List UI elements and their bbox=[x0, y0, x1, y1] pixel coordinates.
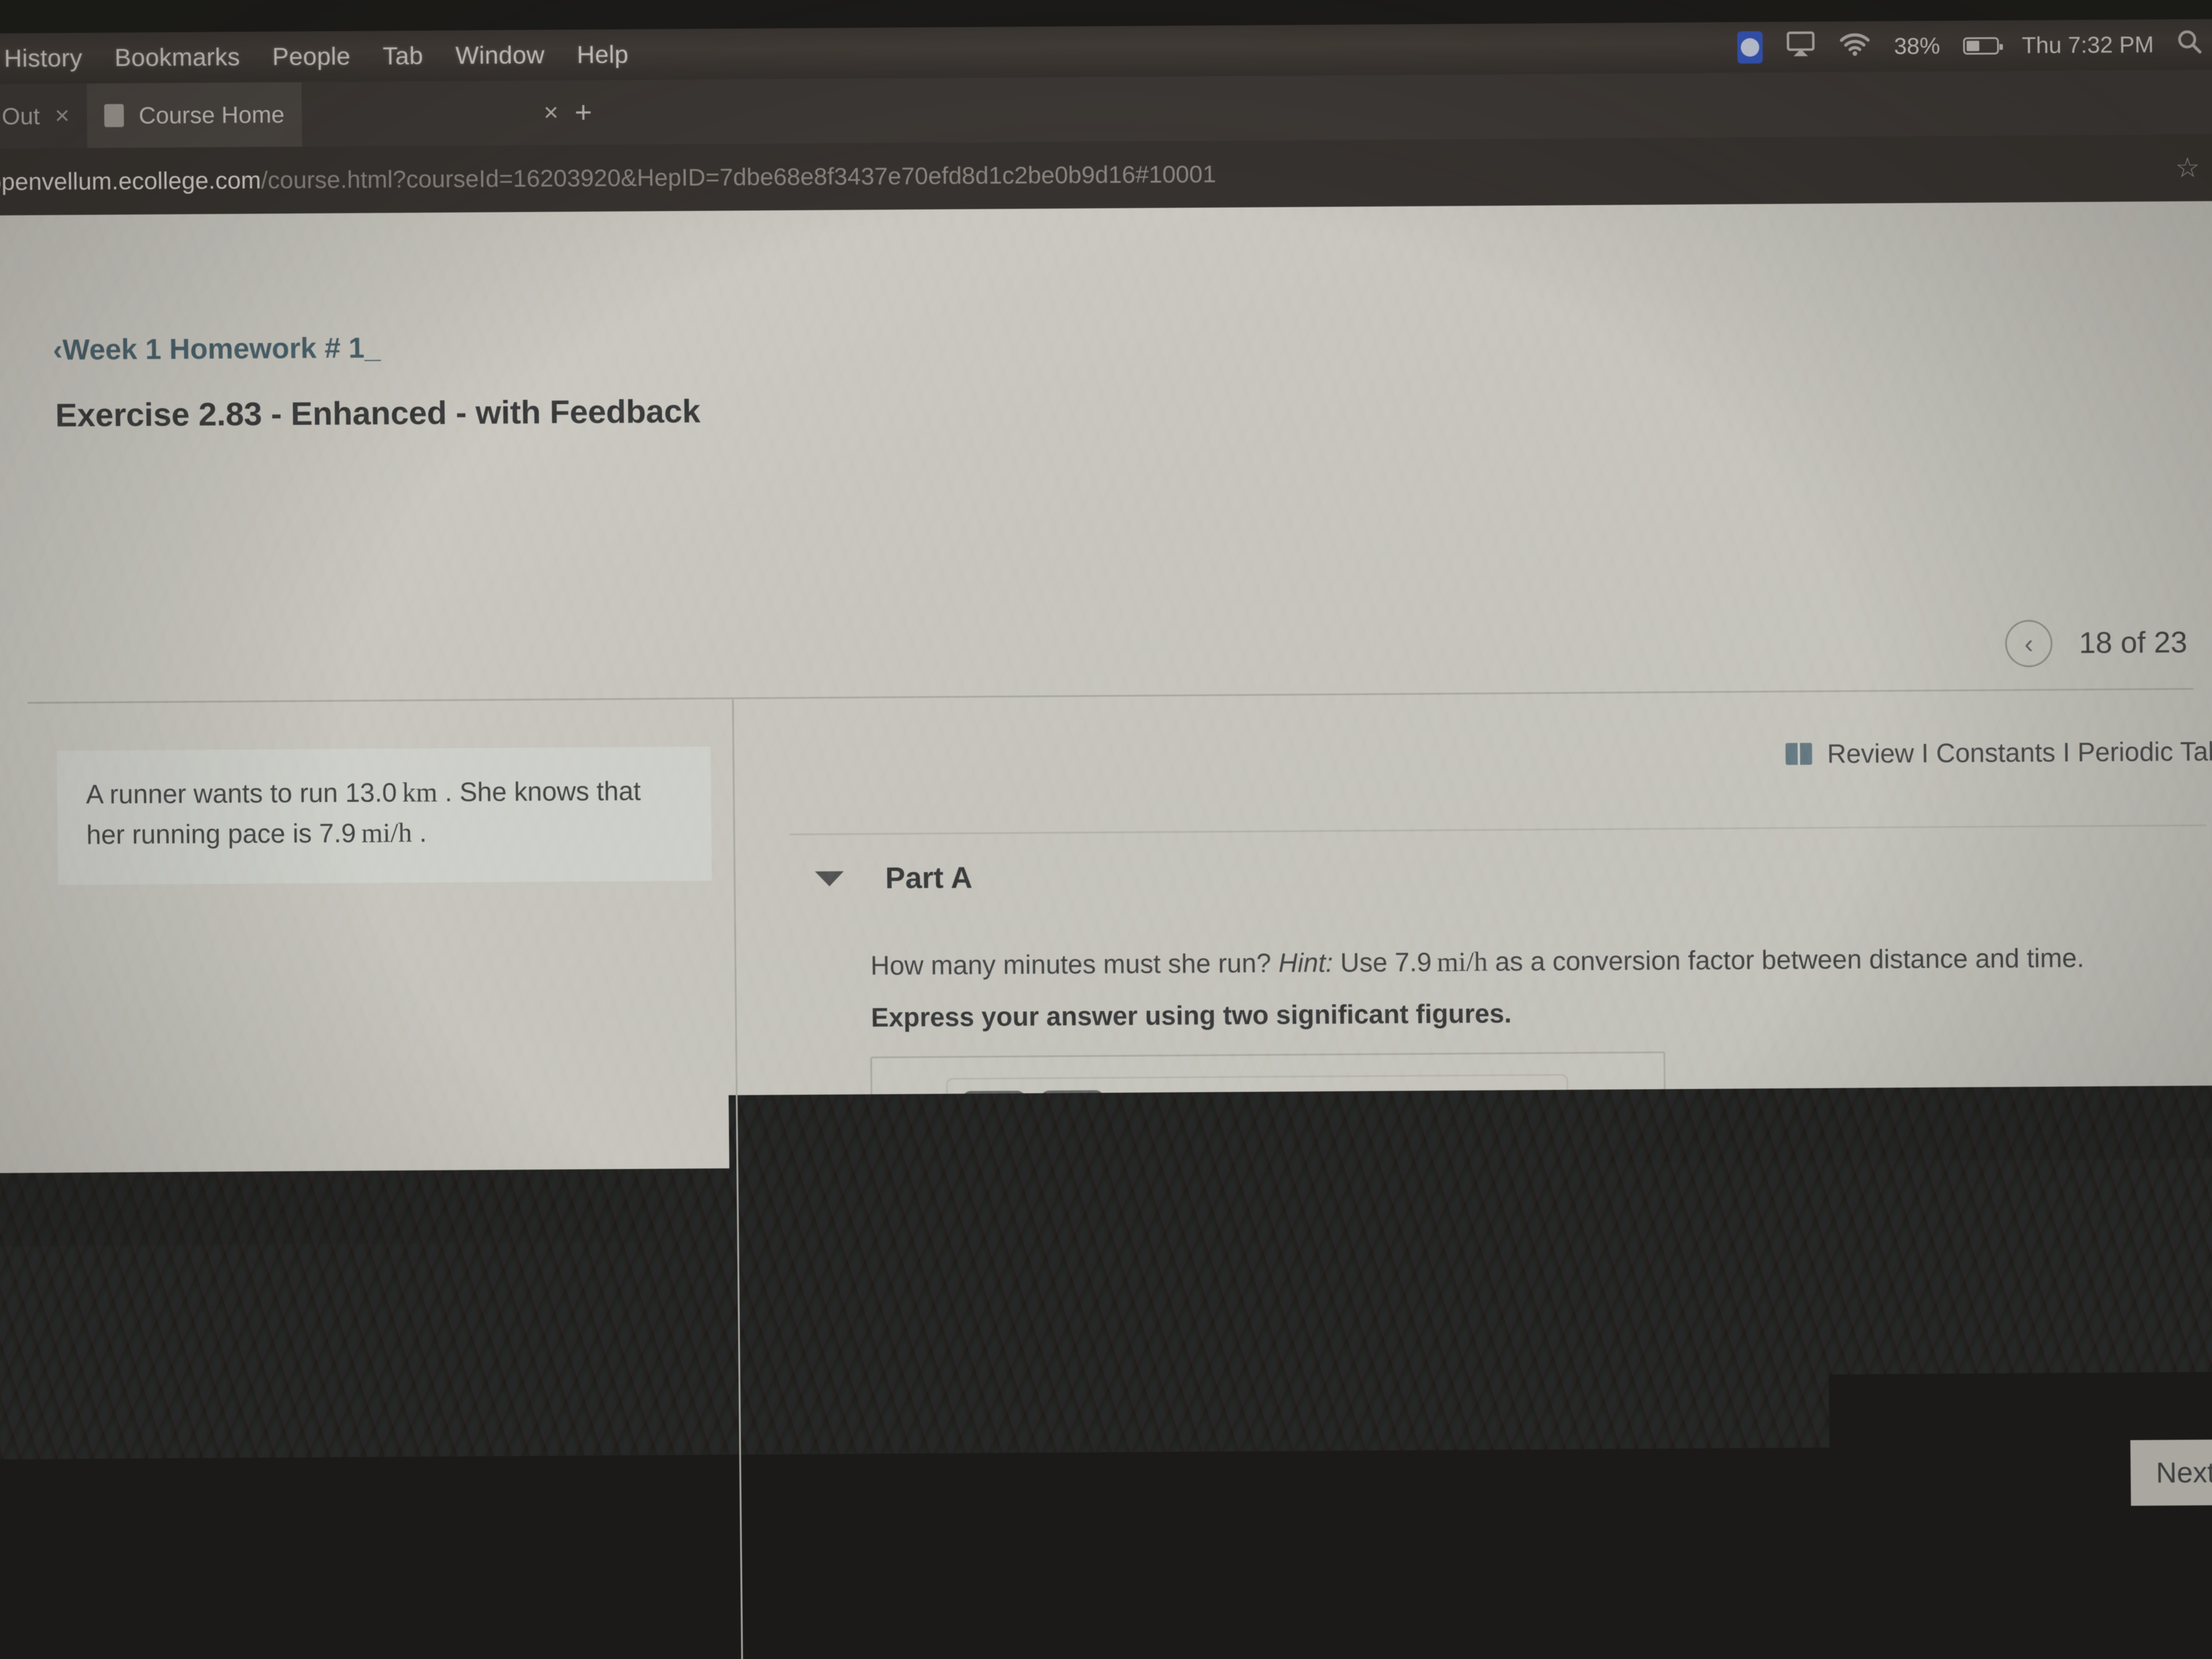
undo-arrow-icon[interactable] bbox=[1125, 1090, 1185, 1156]
part-a-divider bbox=[789, 824, 2206, 835]
greek-symbols-label: ΑΣφ bbox=[1042, 1105, 1103, 1142]
question-hint-label: Hint: bbox=[1278, 948, 1333, 978]
breadcrumb-label: Week 1 Homework # 1_ bbox=[62, 332, 381, 366]
answer-instruction: Express your answer using two significan… bbox=[871, 998, 1512, 1033]
menu-bar-items: History Bookmarks People Tab Window Help bbox=[0, 40, 628, 73]
breadcrumb[interactable]: ‹Week 1 Homework # 1_ bbox=[53, 331, 381, 367]
screen-photo: History Bookmarks People Tab Window Help bbox=[0, 0, 2212, 1659]
greek-symbols-button[interactable]: ΑΣφ bbox=[1040, 1090, 1105, 1157]
menu-bar-clock[interactable]: Thu 7:32 PM bbox=[2022, 32, 2154, 58]
problem-statement: A runner wants to run 13.0 km . She know… bbox=[57, 747, 712, 885]
favicon bbox=[104, 104, 124, 127]
wifi-icon[interactable] bbox=[1839, 32, 1871, 62]
browser-tab-label: Course Home bbox=[139, 101, 285, 129]
browser-tab-partial-label: - Out bbox=[0, 103, 40, 130]
menu-item-tab[interactable]: Tab bbox=[382, 42, 423, 70]
menu-bar-status-items: 38% Thu 7:32 PM bbox=[1737, 28, 2212, 63]
menu-item-window[interactable]: Window bbox=[455, 41, 544, 70]
answer-unit-label: min bbox=[1580, 1199, 1627, 1233]
spotlight-search-icon[interactable] bbox=[2177, 29, 2203, 60]
pager-prev-button[interactable]: ‹ bbox=[2005, 620, 2053, 668]
answer-input[interactable] bbox=[950, 1185, 1550, 1252]
part-a-label: Part A bbox=[885, 861, 972, 896]
problem-line1-post: . She knows that bbox=[437, 776, 641, 807]
answer-variable-label: t = bbox=[894, 1202, 932, 1238]
menu-item-help[interactable]: Help bbox=[577, 40, 628, 69]
new-tab-button[interactable]: + bbox=[558, 95, 608, 130]
submit-button[interactable]: Submit bbox=[872, 1306, 1022, 1370]
question-pager: ‹ 18 of 23 bbox=[2005, 619, 2188, 667]
battery-percent-label: 38% bbox=[1894, 33, 1940, 60]
bookmark-star-icon[interactable]: ☆ bbox=[2175, 151, 2212, 184]
answer-actions: Submit Request Answer bbox=[872, 1305, 1275, 1371]
problem-line1-pre: A runner wants to run 13.0 bbox=[86, 777, 402, 809]
math-toolbar: n ΑΣφ ? bbox=[946, 1074, 1569, 1170]
answer-row: t = min bbox=[894, 1184, 1627, 1252]
part-a-header[interactable]: Part A bbox=[815, 861, 972, 896]
question-mid: Use 7.9 bbox=[1333, 947, 1437, 978]
browser-tab-course-home[interactable]: Course Home bbox=[86, 82, 302, 148]
problem-line2-post: . bbox=[412, 817, 427, 847]
reset-refresh-icon[interactable] bbox=[1286, 1089, 1347, 1155]
question-pre: How many minutes must she run? bbox=[870, 948, 1279, 981]
problem-line1-unit: km bbox=[402, 777, 438, 808]
pager-label: 18 of 23 bbox=[2079, 625, 2188, 660]
chevron-left-icon[interactable]: ‹ bbox=[53, 334, 63, 366]
airplay-icon[interactable] bbox=[1786, 31, 1816, 63]
close-icon[interactable]: × bbox=[544, 99, 559, 127]
book-icon bbox=[1786, 743, 1812, 765]
bluetooth-icon[interactable] bbox=[1737, 31, 1763, 63]
caret-down-icon[interactable] bbox=[815, 871, 844, 886]
template-sqrt-box-icon[interactable]: n bbox=[961, 1090, 1027, 1157]
svg-text:n: n bbox=[986, 1110, 991, 1120]
close-icon[interactable]: × bbox=[55, 101, 70, 130]
help-icon[interactable]: ? bbox=[1448, 1088, 1508, 1154]
provide-feedback-link[interactable]: Provide Feedback bbox=[793, 1448, 1016, 1480]
menu-item-bookmarks[interactable]: Bookmarks bbox=[115, 43, 240, 72]
url-path: /course.html?courseId=16203920&HepID=7db… bbox=[261, 160, 1216, 194]
screen-surface: History Bookmarks People Tab Window Help bbox=[0, 0, 2212, 1659]
question-post: as a conversion factor between distance … bbox=[1487, 943, 2084, 977]
header-divider bbox=[28, 688, 2194, 703]
keyboard-icon[interactable] bbox=[1367, 1088, 1427, 1154]
mouse-pointer-icon bbox=[1625, 1387, 1651, 1427]
menu-item-history[interactable]: History bbox=[4, 44, 82, 73]
review-links-text[interactable]: Review I Constants I Periodic Tab bbox=[1827, 736, 2212, 769]
review-links-bar[interactable]: Review I Constants I Periodic Tab bbox=[1786, 736, 2212, 770]
part-a-question: How many minutes must she run? Hint: Use… bbox=[870, 942, 2084, 982]
page-title: Exercise 2.83 - Enhanced - with Feedback bbox=[55, 392, 700, 434]
menu-item-people[interactable]: People bbox=[272, 42, 350, 71]
next-button[interactable]: Next bbox=[2130, 1440, 2212, 1506]
page-content: ‹Week 1 Homework # 1_ Exercise 2.83 - En… bbox=[0, 201, 2212, 1659]
request-answer-link[interactable]: Request Answer bbox=[1063, 1320, 1275, 1353]
browser-tab-partial[interactable]: - Out × bbox=[0, 84, 87, 149]
problem-line2-pre: her running pace is 7.9 bbox=[86, 817, 362, 849]
question-unit: mi/h bbox=[1437, 946, 1488, 978]
url-host: openvellum.ecollege.com bbox=[0, 166, 261, 196]
problem-line2-unit: mi/h bbox=[361, 817, 412, 849]
battery-icon bbox=[1963, 37, 1999, 55]
column-divider bbox=[732, 698, 744, 1659]
redo-arrow-icon[interactable] bbox=[1206, 1089, 1266, 1156]
